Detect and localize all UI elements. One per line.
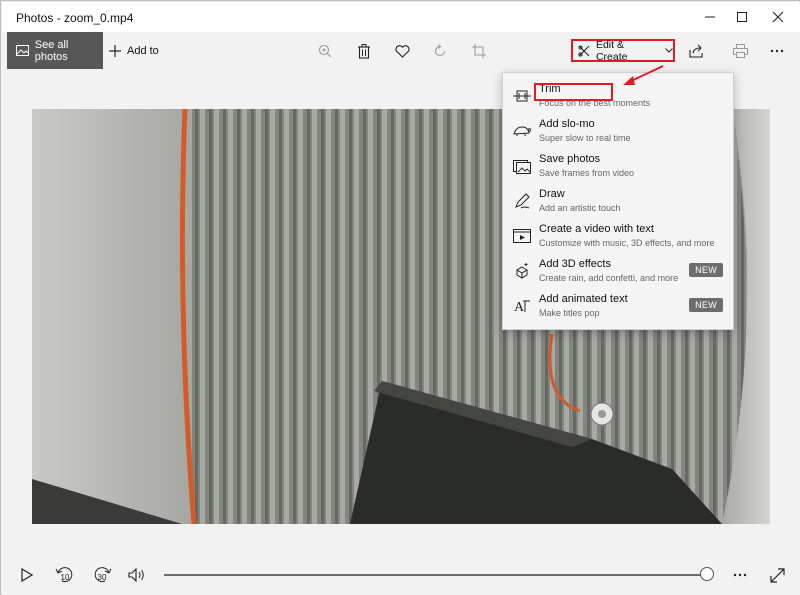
skip-back-seconds: 10	[61, 573, 70, 582]
more-playback-options-button[interactable]	[728, 563, 752, 587]
seek-bar[interactable]	[164, 574, 704, 576]
menu-item-subtitle: Save frames from video	[539, 168, 635, 178]
see-all-label: See all photos	[34, 38, 69, 63]
rotate-button[interactable]	[430, 41, 450, 61]
new-badge: NEW	[689, 298, 723, 312]
menu-item-label: Draw	[539, 188, 565, 200]
app-window: Photos - zoom_0.mp4 See all photos Add t…	[0, 0, 800, 595]
see-all-photos-button[interactable]: See all photos	[7, 32, 103, 69]
more-options-button[interactable]	[767, 41, 787, 61]
maximize-button[interactable]	[724, 2, 760, 32]
zoom-button[interactable]	[315, 41, 335, 61]
skip-back-button[interactable]: 10	[51, 563, 79, 587]
close-icon	[772, 11, 784, 23]
menu-item-label: Add animated text	[539, 293, 628, 305]
slomo-icon	[513, 122, 531, 140]
svg-text:A: A	[514, 300, 525, 314]
close-button[interactable]	[760, 2, 796, 32]
title-bar: Photos - zoom_0.mp4	[2, 2, 800, 32]
crop-icon	[472, 44, 486, 58]
print-icon	[732, 44, 748, 58]
menu-item-save-photos[interactable]: Save photos Save frames from video	[503, 149, 735, 184]
menu-item-label: Add 3D effects	[539, 258, 611, 270]
skip-forward-button[interactable]: 30	[88, 563, 116, 587]
favorite-button[interactable]	[392, 41, 412, 61]
fullscreen-icon	[769, 567, 785, 583]
zoom-in-icon	[318, 44, 332, 58]
seek-thumb[interactable]	[700, 567, 714, 581]
plus-icon	[109, 44, 121, 57]
photos-icon	[16, 45, 29, 56]
volume-icon	[128, 568, 144, 582]
edit-create-button[interactable]: Edit & Create	[571, 38, 675, 63]
delete-button[interactable]	[354, 41, 374, 61]
menu-item-add-animated-text[interactable]: A Add animated text Make titles pop NEW	[503, 289, 735, 324]
add-to-label: Add to	[127, 44, 159, 57]
3d-effects-icon	[513, 262, 531, 280]
edit-create-icon	[578, 44, 590, 57]
volume-button[interactable]	[125, 563, 149, 587]
share-button[interactable]	[686, 41, 706, 61]
share-icon	[688, 44, 703, 58]
crop-button[interactable]	[469, 41, 489, 61]
menu-item-draw[interactable]: Draw Add an artistic touch	[503, 184, 735, 219]
menu-item-subtitle: Create rain, add confetti, and more	[539, 273, 679, 283]
menu-item-subtitle: Add an artistic touch	[539, 203, 621, 213]
edit-create-label: Edit & Create	[595, 38, 628, 63]
play-button[interactable]	[15, 563, 39, 587]
skip-forward-icon: 30	[94, 567, 112, 583]
animated-text-icon: A	[513, 297, 531, 315]
trim-highlight-box	[534, 83, 613, 101]
draw-icon	[513, 192, 531, 210]
window-title: Photos - zoom_0.mp4	[16, 11, 134, 25]
minimize-button[interactable]	[692, 2, 728, 32]
trash-icon	[358, 43, 370, 59]
skip-forward-seconds: 30	[98, 573, 107, 582]
chevron-down-icon	[665, 48, 673, 53]
menu-item-subtitle: Make titles pop	[539, 308, 600, 318]
fullscreen-button[interactable]	[765, 563, 789, 587]
menu-item-create-video-with-text[interactable]: Create a video with text Customize with …	[503, 219, 735, 254]
menu-item-subtitle: Customize with music, 3D effects, and mo…	[539, 238, 715, 248]
add-to-button[interactable]: Add to	[109, 32, 159, 69]
play-icon	[21, 568, 33, 582]
maximize-icon	[737, 12, 747, 22]
menu-item-add-3d-effects[interactable]: Add 3D effects Create rain, add confetti…	[503, 254, 735, 289]
minimize-icon	[705, 16, 715, 18]
menu-item-label: Create a video with text	[539, 223, 654, 235]
skip-back-icon: 10	[55, 567, 73, 583]
playback-controls: 10 30	[2, 556, 800, 595]
menu-item-label: Save photos	[539, 153, 601, 165]
more-icon	[770, 49, 784, 53]
menu-item-subtitle: Super slow to real time	[539, 133, 631, 143]
print-button[interactable]	[730, 41, 750, 61]
toolbar: See all photos Add to Edit & Create	[2, 32, 800, 69]
trim-icon	[513, 87, 531, 105]
menu-item-add-slo-mo[interactable]: Add slo-mo Super slow to real time	[503, 114, 735, 149]
more-icon	[733, 573, 747, 577]
menu-item-label: Add slo-mo	[539, 118, 595, 130]
save-photos-icon	[513, 157, 531, 175]
rotate-icon	[434, 44, 446, 57]
video-text-icon	[513, 227, 531, 245]
new-badge: NEW	[689, 263, 723, 277]
heart-icon	[394, 44, 410, 58]
edit-create-menu: Trim Focus on the best moments Add slo-m…	[502, 72, 734, 330]
